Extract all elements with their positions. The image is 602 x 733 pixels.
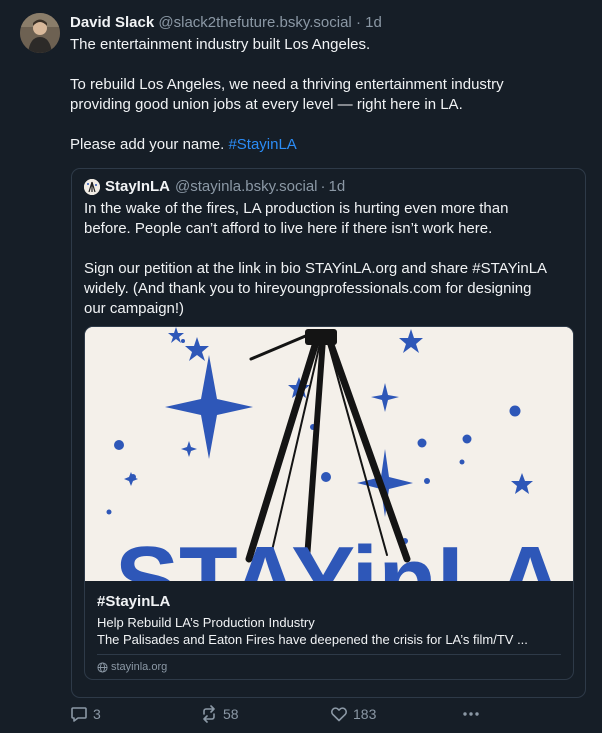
separator-dot: · [355, 14, 361, 31]
reply-icon [71, 707, 87, 722]
heart-icon [330, 707, 348, 722]
link-card-description: The Palisades and Eaton Fires have deepe… [97, 632, 528, 647]
repost-icon [203, 705, 215, 723]
post-line: providing good union jobs at every level… [70, 96, 463, 113]
quoted-post-body: In the wake of the fires, LA production … [84, 199, 574, 319]
reply-count: 3 [93, 706, 101, 722]
quoted-post[interactable]: StayInLA @stayinla.bsky.social · 1d In t… [71, 168, 586, 698]
more-options-button[interactable] [462, 705, 485, 723]
like-count: 183 [353, 706, 377, 722]
reply-button[interactable]: 3 [70, 705, 101, 723]
post-line-text: Please add your name. [70, 136, 225, 153]
link-card-title[interactable]: #StayinLA [97, 592, 170, 612]
link-card-divider [97, 654, 561, 655]
quoted-author-name[interactable]: StayInLA [105, 177, 170, 197]
post-line: To rebuild Los Angeles, we need a thrivi… [70, 76, 504, 93]
post-line: The entertainment industry built Los Ang… [70, 36, 371, 53]
quoted-author-handle[interactable]: @stayinla.bsky.social [175, 177, 318, 197]
hashtag-link[interactable]: #StayinLA [228, 136, 296, 153]
quoted-line: before. People can’t afford to live here… [84, 220, 493, 237]
author-avatar[interactable] [20, 13, 60, 53]
stayinla-campaign-image: STAYinLA [85, 327, 573, 581]
link-card-image[interactable]: STAYinLA [85, 327, 573, 581]
more-options-icon [463, 712, 479, 716]
user-photo-icon [20, 13, 60, 53]
quoted-post-time[interactable]: 1d [329, 177, 346, 197]
image-text: STAYinLA [115, 527, 565, 581]
quoted-line: our campaign!) [84, 300, 185, 317]
globe-icon [97, 661, 108, 673]
author-name[interactable]: David Slack [70, 14, 154, 31]
post-body: The entertainment industry built Los Ang… [70, 35, 580, 155]
post-time[interactable]: 1d [365, 14, 382, 31]
quoted-author-avatar[interactable] [84, 179, 100, 195]
link-card[interactable]: STAYinLA #StayinLA Help Rebuild LA’s Pro… [84, 326, 574, 680]
post-actions: 3 58 183 [0, 705, 602, 727]
quoted-line: Sign our petition at the link in bio STA… [84, 260, 548, 277]
author-handle[interactable]: @slack2thefuture.bsky.social [158, 14, 351, 31]
repost-button[interactable]: 58 [200, 705, 239, 723]
stayinla-logo-icon [84, 179, 100, 195]
repost-count: 58 [223, 706, 239, 722]
like-button[interactable]: 183 [330, 705, 376, 723]
link-card-domain: stayinla.org [97, 660, 167, 674]
quoted-post-header: StayInLA @stayinla.bsky.social · 1d [84, 177, 345, 197]
quoted-line: In the wake of the fires, LA production … [84, 200, 509, 217]
link-card-domain-text: stayinla.org [111, 661, 168, 673]
post-header: David Slack @slack2thefuture.bsky.social… [70, 13, 382, 33]
separator-dot: · [320, 178, 326, 195]
quoted-line: widely. (And thank you to hireyoungprofe… [84, 280, 532, 297]
post: David Slack @slack2thefuture.bsky.social… [0, 0, 602, 733]
post-line: Please add your name. #StayinLA [70, 135, 580, 155]
link-card-subtitle: Help Rebuild LA’s Production Industry [97, 615, 315, 630]
